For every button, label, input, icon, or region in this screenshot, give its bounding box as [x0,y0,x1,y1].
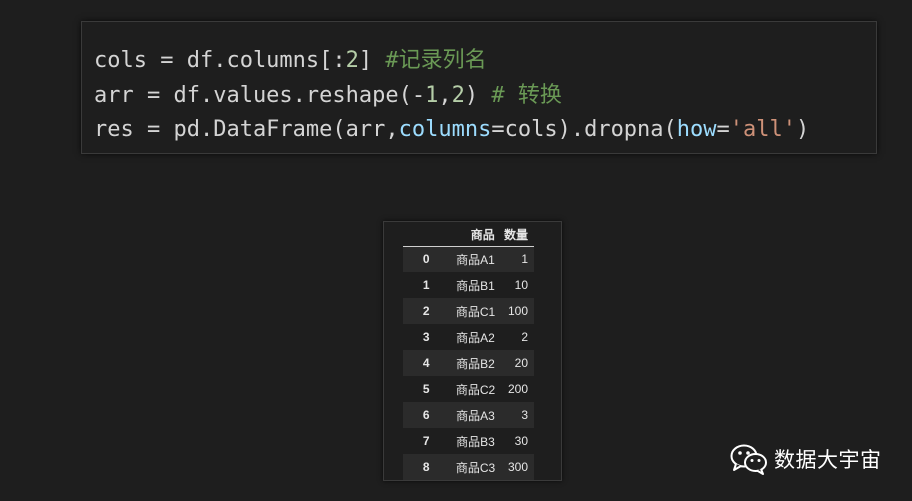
cell-name: 商品A3 [456,408,495,423]
cell-qty: 30 [514,434,528,448]
code-token-plain: ] [358,48,386,73]
row-index: 6 [422,408,430,422]
dataframe-table: 商品 数量 0 商品A1 1 1 商品B1 10 2 商品C1 100 3 商品… [403,223,534,480]
table-row: 6 商品A3 3 [403,402,534,428]
code-token-param: columns [398,117,492,142]
dataframe-output: 商品 数量 0 商品A1 1 1 商品B1 10 2 商品C1 100 3 商品… [383,221,562,481]
table-row: 0 商品A1 1 [403,246,534,272]
cell-qty: 1 [521,252,528,267]
code-token-number: 2 [451,82,465,108]
code-token-comment: #记录列名 [385,48,487,73]
cell-name: 商品C1 [455,304,496,319]
cell-name: 商品B3 [456,434,495,449]
code-token-plain: ) [796,117,810,142]
row-index: 1 [422,278,430,292]
table-header-row: 商品 数量 [403,223,534,247]
cell-name: 商品C2 [455,382,496,397]
code-token-param: how [676,117,717,142]
cell-qty: 20 [514,356,528,370]
cell-name: 商品B1 [456,278,495,293]
column-header-qty: 数量 [497,223,534,247]
row-index: 7 [422,434,430,448]
code-token-comment: # 转换 [491,82,562,108]
code-token-plain: = [716,117,730,142]
code-token-plain: ) [464,82,492,108]
row-index: 4 [422,356,430,370]
table-row: 1 商品B1 10 [403,272,534,298]
cell-name: 商品C3 [455,460,496,475]
row-index: 2 [422,304,430,318]
cell-qty: 300 [507,460,528,474]
code-cell[interactable]: cols = df.columns[:2] #记录列名 arr = df.val… [81,21,877,154]
row-index: 5 [422,382,430,396]
row-index: 0 [422,252,430,267]
code-line: cols = df.columns[:2] #记录列名 [94,44,876,79]
table-row: 7 商品B3 30 [403,428,534,454]
code-token-plain: cols = df.columns[: [94,48,346,73]
column-header-name: 商品 [449,223,498,247]
cell-qty: 100 [507,304,528,318]
cell-name: 商品B2 [456,356,495,371]
code-token-plain: arr = df.values.reshape(- [94,82,426,108]
table-row: 8 商品C3 300 [403,454,534,480]
watermark: 数据大宇宙 [730,441,882,477]
cell-name: 商品A1 [456,252,495,267]
code-line: arr = df.values.reshape(-1,2) # 转换 [94,79,876,114]
code-token-plain: res = pd.DataFrame(arr, [94,117,399,142]
cell-qty: 3 [521,408,528,422]
table-row: 2 商品C1 100 [403,298,534,324]
table-row: 4 商品B2 20 [403,350,534,376]
cell-qty: 2 [521,330,528,344]
code-token-string: 'all' [729,117,797,142]
index-header [403,223,450,247]
code-token-number: 1 [425,82,439,108]
table-row: 5 商品C2 200 [403,376,534,402]
row-index: 3 [422,330,430,344]
code-token-plain: , [438,82,452,108]
row-index: 8 [422,460,430,474]
cell-qty: 200 [507,382,528,396]
cell-name: 商品A2 [456,330,495,345]
watermark-text: 数据大宇宙 [774,448,882,472]
code-line: res = pd.DataFrame(arr,columns=cols).dro… [94,113,876,148]
code-token-plain: =cols).dropna( [491,117,677,142]
table-row: 3 商品A2 2 [403,324,534,350]
code-token-number: 2 [345,48,359,73]
cell-qty: 10 [514,278,528,292]
wechat-icon [730,444,767,475]
